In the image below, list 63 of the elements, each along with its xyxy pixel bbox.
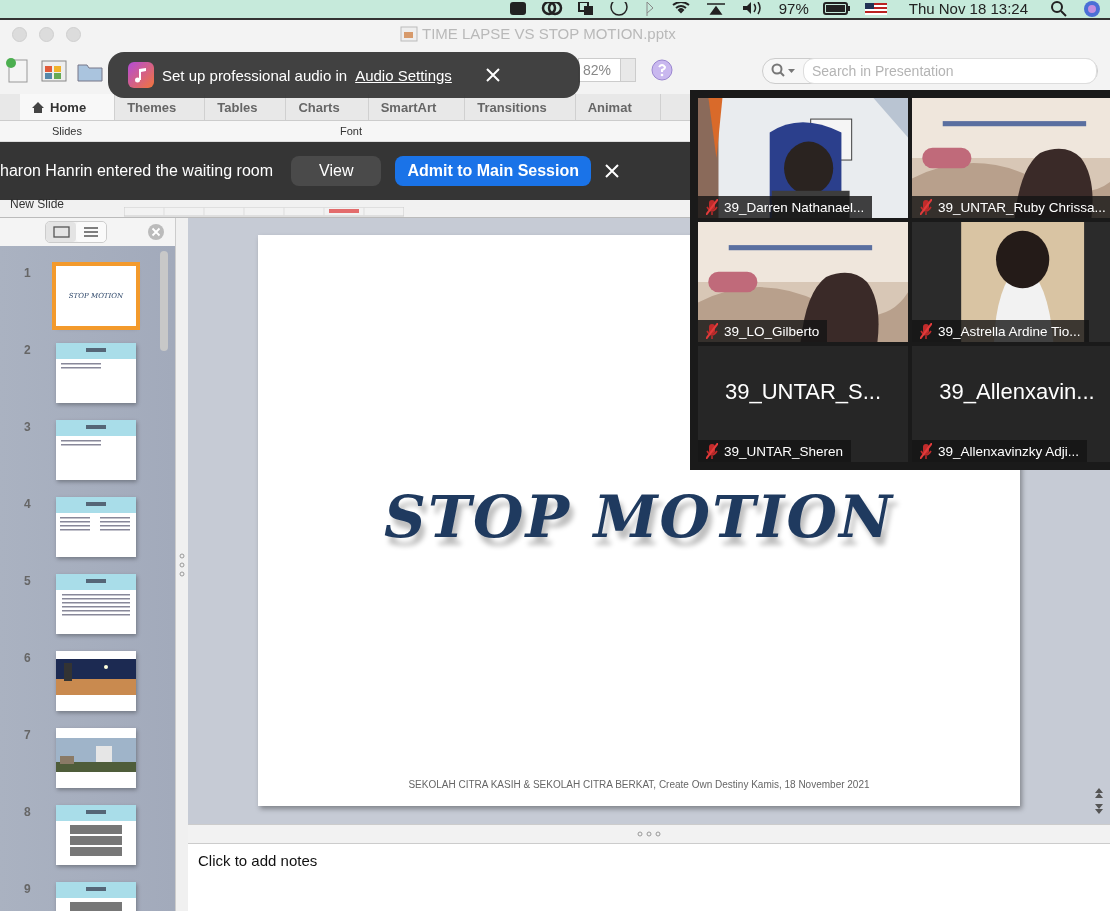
admit-button[interactable]: Admit to Main Session — [395, 156, 591, 186]
slide-title: STOP MOTION — [384, 483, 894, 551]
close-icon[interactable] — [485, 68, 500, 82]
flag-icon[interactable] — [864, 2, 887, 16]
cloud-icon[interactable] — [540, 2, 563, 16]
menu-clock[interactable]: Thu Nov 18 13:24 — [908, 1, 1028, 17]
page-arrows-icon[interactable] — [1094, 788, 1104, 814]
ribbon-tab[interactable]: Home — [20, 94, 116, 120]
slide-thumbnail[interactable] — [56, 651, 136, 711]
scrollbar-thumb[interactable] — [160, 251, 168, 351]
close-icon[interactable] — [605, 164, 619, 178]
siri-icon[interactable] — [1082, 0, 1102, 18]
battery-percent: 97% — [778, 1, 809, 17]
slide-number: 3 — [24, 420, 32, 434]
slide-thumbnail[interactable] — [56, 497, 136, 557]
slide-number: 2 — [24, 343, 32, 357]
slide-number: 9 — [24, 882, 32, 896]
zoom-field[interactable]: 82% — [578, 58, 636, 82]
windows-icon[interactable] — [576, 2, 595, 16]
app-icon[interactable] — [508, 2, 527, 16]
search-icon[interactable] — [1050, 1, 1068, 17]
notes-placeholder[interactable]: Click to add notes — [198, 852, 318, 869]
window-title: TIME LAPSE VS STOP MOTION.pptx — [422, 25, 676, 42]
ribbon-tab[interactable]: Animat — [575, 94, 661, 120]
music-note-icon — [128, 62, 154, 88]
slide-thumbnail[interactable] — [56, 574, 136, 634]
slide-thumbnail[interactable] — [56, 343, 136, 403]
wifi-icon[interactable] — [670, 2, 691, 16]
slide-number: 5 — [24, 574, 32, 588]
slide-thumbnail[interactable] — [56, 728, 136, 788]
slide-number: 8 — [24, 805, 32, 819]
slide-view-button[interactable] — [46, 222, 76, 242]
search-field[interactable]: Search in Presentation — [762, 58, 1098, 84]
slide-footer: SEKOLAH CITRA KASIH & SEKOLAH CITRA BERKAT, Create Own Destiny Kamis, 18 November 2021 — [408, 779, 870, 790]
group-label: Slides — [52, 125, 82, 137]
participant-name: 39_UNTAR_Sheren — [724, 443, 844, 459]
participant-name: 39_LO_Gilberto — [724, 323, 820, 339]
clock-icon[interactable] — [608, 2, 629, 16]
slide-thumbnail[interactable] — [56, 805, 136, 865]
group-label: Font — [340, 125, 362, 137]
new-slide-button[interactable]: New Slide — [10, 197, 65, 211]
participant-name: 39_Darren Nathanael... — [724, 199, 865, 215]
banner-message: haron Hanrin entered the waiting room — [0, 162, 274, 180]
home-icon — [32, 101, 44, 113]
audio-settings-link[interactable]: Audio Settings — [355, 66, 452, 84]
airplay-icon[interactable] — [704, 2, 727, 16]
participant-display-name: 39_UNTAR_S... — [724, 379, 882, 405]
splitter-handle[interactable] — [179, 551, 185, 578]
slide-thumbnail[interactable] — [56, 420, 136, 480]
splitter-handle[interactable] — [636, 831, 662, 837]
toast-message: Set up professional audio in — [162, 66, 348, 84]
outline-view-button[interactable] — [76, 222, 106, 242]
format-buttons-drawing[interactable] — [124, 207, 405, 217]
participant-name: 39_UNTAR_Ruby Chrissa... — [938, 199, 1106, 215]
gallery-icon[interactable] — [40, 57, 68, 85]
slide-number: 4 — [24, 497, 32, 511]
battery-icon[interactable] — [822, 2, 851, 16]
view-button[interactable]: View — [291, 156, 382, 186]
help-icon[interactable] — [650, 58, 674, 82]
document-icon — [400, 25, 418, 42]
slide-number: 6 — [24, 651, 32, 665]
slide-number: 7 — [24, 728, 32, 742]
slide-number: 1 — [24, 266, 32, 280]
